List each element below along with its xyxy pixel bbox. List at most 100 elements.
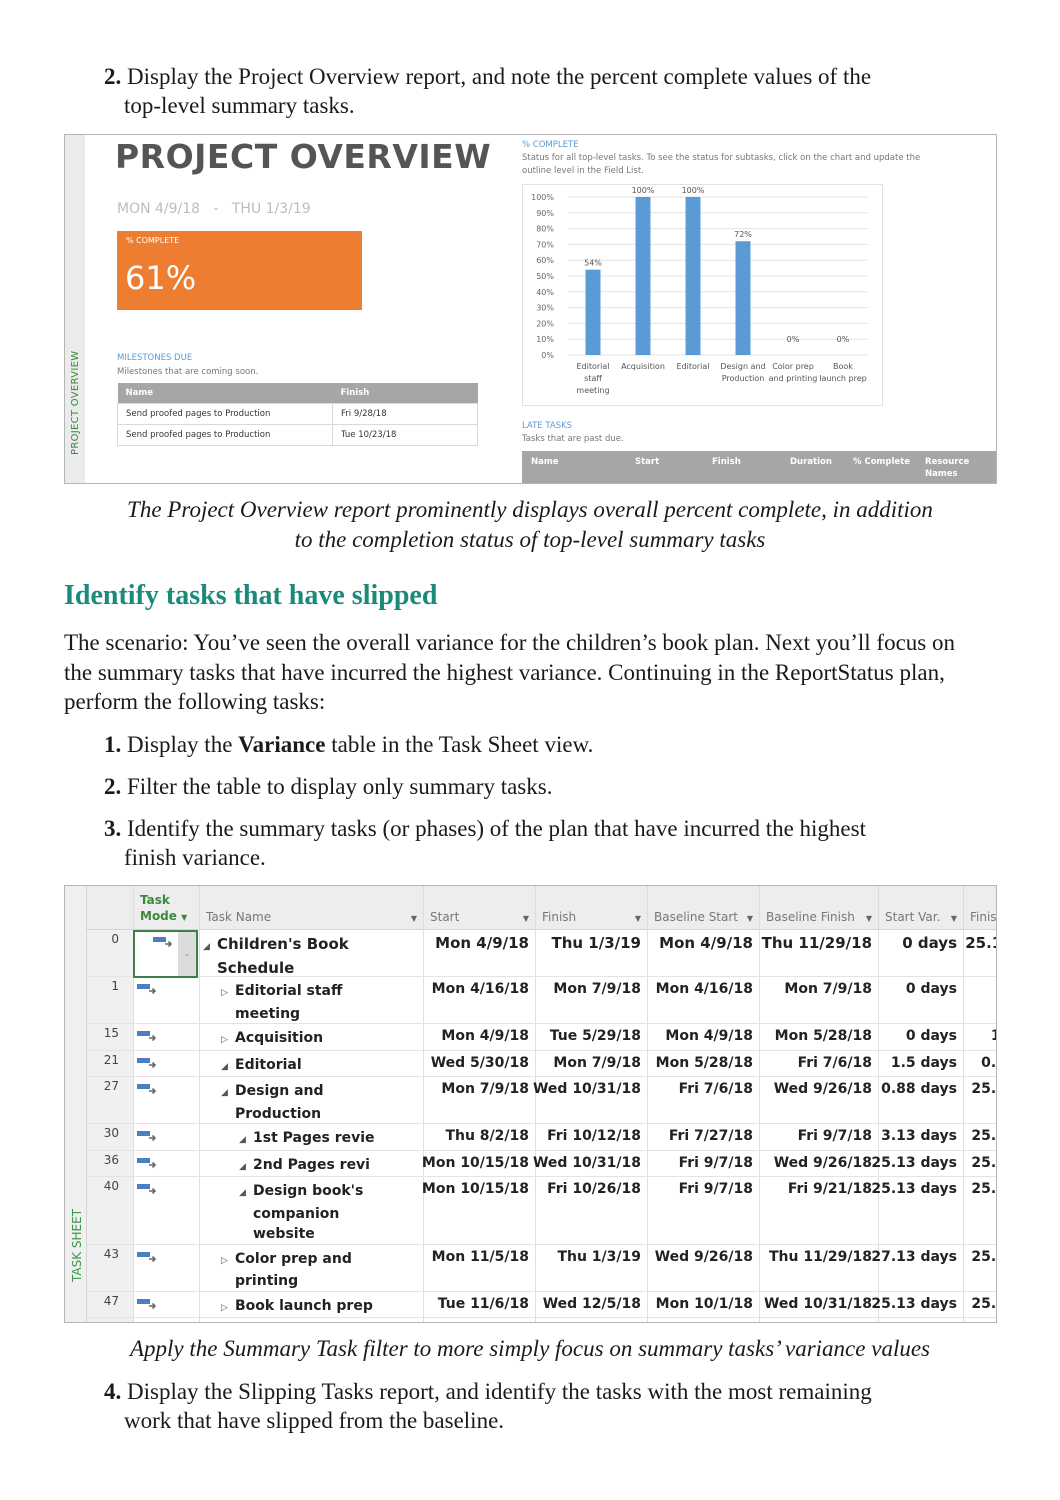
cell-bfinish: Thu 11/29/18: [768, 1248, 872, 1265]
task-name[interactable]: ▷ Editorial staff meeting: [221, 981, 342, 1024]
col-header-finish: Finish: [332, 383, 478, 403]
dropdown-arrow-icon[interactable]: ▼: [635, 914, 641, 923]
milestone-row: Send proofed pages to Production Fri 9/2…: [117, 402, 478, 425]
cell-bstart: Wed 9/26/18: [654, 1248, 753, 1265]
task-row[interactable]: 0 ◢ Children's Book Schedule Mon 4/9/18 Thu 1…: [87, 930, 996, 978]
expand-icon[interactable]: ▷: [221, 1030, 235, 1051]
dropdown-arrow-icon[interactable]: ▼: [411, 914, 417, 923]
cell-dropdown-button[interactable]: ⌄: [178, 932, 196, 976]
cell-bstart: Fri 9/7/18: [678, 1154, 753, 1171]
col-header-baseline-finish[interactable]: Baseline Finish ▼: [759, 886, 878, 930]
task-name[interactable]: ◢ 1st Pages revie: [239, 1128, 375, 1151]
task-row[interactable]: 43 ▷ Color prep and printing Mon 11/5/18 Thu …: [87, 1245, 997, 1292]
milestone-finish: Tue 10/23/18: [332, 423, 478, 446]
col-header-task-name[interactable]: Task Name ▼: [199, 886, 423, 930]
col-header-task-mode[interactable]: Task Mode ▼: [133, 886, 199, 930]
cell-svar: 25.13 days: [871, 1154, 957, 1171]
col-header-finish[interactable]: Finish ▼: [535, 886, 647, 930]
collapse-icon[interactable]: ◢: [221, 1057, 235, 1078]
dropdown-arrow-icon[interactable]: ▼: [523, 914, 529, 923]
task-name[interactable]: ▷ Color prep and printing: [221, 1249, 352, 1292]
late-tasks-header: Name Start Finish Duration % Complete Re…: [522, 451, 996, 483]
dropdown-arrow-icon[interactable]: ▼: [181, 913, 187, 922]
percent-complete-tile: % COMPLETE 61%: [117, 231, 362, 310]
data-label: 0%: [837, 335, 850, 344]
dropdown-arrow-icon[interactable]: ▼: [951, 914, 957, 923]
cell-start: Mon 7/9/18: [441, 1081, 529, 1097]
step-text-bold: Variance: [238, 732, 326, 757]
task-row[interactable]: 27 ◢ Design and Production Mon 7/9/18 Wed 10/…: [87, 1077, 996, 1124]
dropdown-arrow-icon[interactable]: ▼: [866, 914, 872, 923]
expand-icon[interactable]: ▷: [221, 1298, 235, 1319]
cell-fvar: 25.13 days: [971, 1248, 997, 1265]
task-name-line: Acquisition: [235, 1030, 324, 1046]
collapse-icon[interactable]: ◢: [203, 937, 217, 958]
y-tick-label: 20%: [536, 319, 554, 328]
data-label: 100%: [632, 186, 655, 195]
task-name[interactable]: ▷ Book launch prep: [221, 1296, 373, 1319]
row-id: 43: [103, 1246, 119, 1261]
late-tasks-title: LATE TASKS: [522, 421, 573, 431]
cell-start: Thu 8/2/18: [445, 1128, 529, 1144]
task-name[interactable]: ◢ Editorial: [221, 1055, 302, 1078]
selected-cell-task-mode[interactable]: ⌄: [133, 930, 198, 978]
task-row[interactable]: 30 ◢ 1st Pages revie Thu 8/2/18 Fri 10/12/18…: [87, 1124, 996, 1151]
col-header-baseline-start[interactable]: Baseline Start ▼: [647, 886, 759, 930]
cell-start: Mon 10/15/18: [421, 1181, 529, 1197]
row-id: 21: [103, 1052, 119, 1067]
data-label: 54%: [584, 259, 602, 268]
col-header-start[interactable]: Start ▼: [423, 886, 535, 930]
dropdown-arrow-icon[interactable]: ▼: [747, 914, 753, 923]
task-row[interactable]: 40 ◢ Design book's companion website Mon 10/1…: [87, 1177, 996, 1245]
task-row[interactable]: 15 ▷ Acquisition Mon 4/9/18 Tue 5/29/18 Mon 4…: [87, 1024, 996, 1051]
task-name-line: Editorial: [235, 1056, 302, 1073]
percent-complete-chart[interactable]: 0% 10% 20% 30% 40% 50% 60% 70% 80% 90% 100% 54% Edit…: [522, 184, 883, 406]
task-row[interactable]: 47 ▷ Book launch prep Tue 11/6/18 Wed 12/5/1…: [87, 1292, 996, 1319]
auto-scheduled-task-icon: [137, 1298, 157, 1309]
data-label: 72%: [734, 230, 752, 239]
bar: [735, 241, 751, 355]
y-tick-label: 30%: [536, 304, 554, 313]
percent-complete-value: 61%: [125, 259, 197, 297]
cell-start: Mon 4/9/18: [435, 934, 529, 952]
date-start: MON 4/9/18: [117, 201, 201, 217]
milestone-finish: Fri 9/28/18: [332, 402, 478, 425]
step-number: 2.: [104, 774, 122, 799]
percent-complete-chart-subtitle: Status for all top-level tasks. To see t…: [522, 153, 921, 176]
task-name[interactable]: ▷ Acquisition: [221, 1028, 323, 1051]
col-header-percent-complete: % Complete: [853, 457, 911, 467]
row-id: 27: [103, 1079, 119, 1093]
collapse-icon[interactable]: ◢: [239, 1157, 253, 1178]
y-tick-label: 0%: [541, 351, 554, 360]
col-header-name: Name: [531, 457, 559, 467]
expand-icon[interactable]: ▷: [221, 983, 235, 1004]
task-name[interactable]: ◢ Design book's companion website: [239, 1181, 363, 1245]
collapse-icon[interactable]: ◢: [239, 1183, 253, 1204]
task-name-line: Color prep and: [235, 1250, 352, 1267]
task-name[interactable]: ◢ Children's Book Schedule: [203, 934, 349, 978]
expand-icon[interactable]: ▷: [221, 1251, 235, 1272]
step-text: Display the Slipping Tasks report, and i…: [127, 1379, 872, 1404]
milestones-subtitle: Milestones that are coming soon.: [117, 367, 259, 377]
project-date-range: MON 4/9/18 - THU 1/3/19: [117, 201, 311, 217]
cell-bstart: Mon 10/1/18: [655, 1295, 753, 1312]
section-heading: Identify tasks that have slipped: [64, 580, 438, 611]
col-header-finish-var[interactable]: Finish Var.▼: [963, 886, 996, 930]
task-row[interactable]: 21 ◢ Editorial Wed 5/30/18 Mon 7/9/18 Mon 5/2…: [87, 1051, 996, 1078]
task-name[interactable]: ◢ 2nd Pages revi: [239, 1155, 370, 1178]
task-row[interactable]: 1 ▷ Editorial staff meeting Mon 4/16/18 Mon 7…: [87, 977, 996, 1024]
auto-scheduled-task-icon: [137, 1084, 157, 1095]
task-name-line: Production: [235, 1105, 322, 1122]
x-tick-label: Acquisition: [621, 362, 665, 371]
col-header-start-var[interactable]: Start Var. ▼: [878, 886, 963, 930]
auto-scheduled-task-icon: [137, 1184, 157, 1195]
collapse-icon[interactable]: ◢: [221, 1083, 235, 1104]
cell-svar: 27.13 days: [871, 1248, 957, 1265]
bar: [585, 269, 601, 355]
task-name[interactable]: ◢ Design and Production: [221, 1081, 324, 1124]
cell-svar: 25.13 days: [871, 1295, 957, 1312]
cell-finish: Mon 7/9/18: [553, 1054, 641, 1071]
collapse-icon[interactable]: ◢: [239, 1130, 253, 1151]
task-row[interactable]: 36 ◢ 2nd Pages revi Mon 10/15/18 Wed 10/31/1…: [87, 1151, 996, 1178]
milestones-header-row: Name Finish: [117, 383, 478, 403]
